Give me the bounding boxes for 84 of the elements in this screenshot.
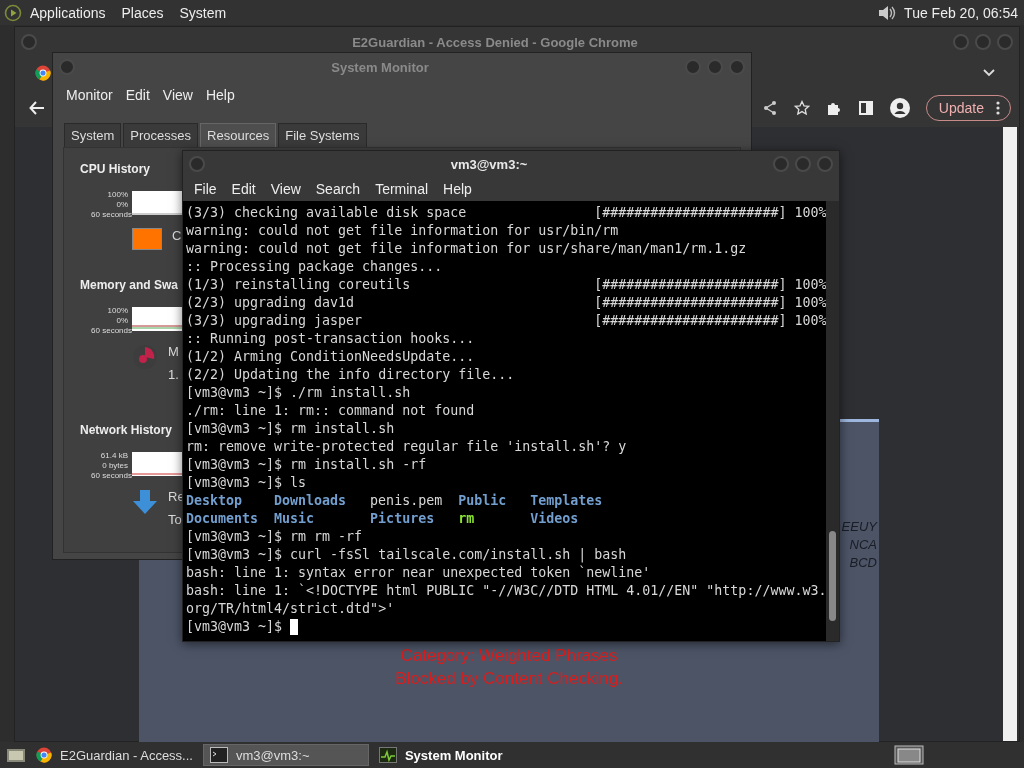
window-title: vm3@vm3:~ <box>449 156 529 172</box>
terminal-line: (2/2) Updating the info directory file... <box>186 366 516 384</box>
page-text: BCD <box>849 554 877 572</box>
terminal-line: :: Processing package changes... <box>186 258 444 276</box>
section-title: CPU History <box>80 162 150 176</box>
terminal-line: [vm3@vm3 ~]$ rm rm -rf <box>186 528 364 546</box>
axis-label: 100% <box>106 190 128 200</box>
terminal-line: (1/2) Arming ConditionNeedsUpdate... <box>186 348 476 366</box>
terminal-line: [vm3@vm3 ~]$ rm install.sh -rf <box>186 456 428 474</box>
window-title: System Monitor <box>330 59 430 75</box>
file-name: Downloads <box>274 493 347 508</box>
axis-label: 0% <box>115 200 128 210</box>
menu-item[interactable]: File <box>191 181 227 197</box>
terminal-line: (2/3) upgrading dav1d <box>186 294 356 312</box>
tab[interactable]: File Systems <box>278 123 367 147</box>
section-title: Network History <box>80 423 173 437</box>
menu-item[interactable]: Search <box>312 181 371 197</box>
tab[interactable]: Processes <box>123 123 199 147</box>
terminal-line: (3/3) upgrading jasper <box>186 312 364 330</box>
panel-menu[interactable]: Places <box>121 4 164 21</box>
panel-menu[interactable]: System <box>179 4 227 21</box>
menu-item[interactable]: Help <box>440 181 482 197</box>
legend-text: M <box>168 344 179 359</box>
progress-text: [######################] <box>594 204 787 222</box>
menu-item[interactable]: Help <box>202 87 245 103</box>
tab[interactable]: Resources <box>200 123 277 147</box>
axis-label: 0 bytes <box>101 461 128 471</box>
terminal-line: bash: line 1: `<!DOCTYPE html PUBLIC "-//W3C//DTD HTML 4.01//EN" "http://www.w3.org/TR/html4/strict.dtd">' <box>186 582 827 618</box>
taskbar-button[interactable]: E2Guardian - Access... <box>30 744 199 766</box>
menu-item[interactable]: Monitor <box>63 87 123 103</box>
axis-label: 60 seconds <box>90 326 132 336</box>
menu-item[interactable]: Edit <box>228 181 266 197</box>
progress-percent: 100% <box>793 204 827 222</box>
file-name: Templates <box>530 493 603 508</box>
terminal-line: [vm3@vm3 ~]$ curl -fsSl tailscale.com/install.sh | bash <box>186 546 628 564</box>
axis-label: 60 seconds <box>90 210 132 220</box>
progress-percent: 100% <box>793 294 827 312</box>
progress-percent: 100% <box>793 312 827 330</box>
file-name: Public <box>458 493 507 508</box>
panel-menu[interactable]: Applications <box>30 4 106 21</box>
page-text: EEUY <box>841 518 877 536</box>
terminal-line: warning: could not get file information for usr/bin/rm <box>186 222 620 240</box>
page-text: NCA <box>849 536 877 554</box>
terminal-line: (3/3) checking available disk space <box>186 204 468 222</box>
terminal-line: bash: line 1: syntax error near unexpected token `newline' <box>186 564 652 582</box>
file-name: Documents <box>186 511 259 526</box>
progress-text: [######################] <box>594 312 787 330</box>
menu-item[interactable]: Terminal <box>372 181 439 197</box>
terminal-line: [vm3@vm3 ~]$ ls <box>186 474 308 492</box>
block-message: Category: Weighted Phrases <box>400 645 618 667</box>
menu-item[interactable]: View <box>267 181 311 197</box>
menu-item[interactable]: Edit <box>122 87 160 103</box>
file-name: Pictures <box>370 511 435 526</box>
terminal-line: [vm3@vm3 ~]$ rm install.sh <box>186 420 396 438</box>
taskbar-button[interactable]: System Monitor <box>372 744 539 766</box>
menu-item[interactable]: View <box>159 87 203 103</box>
terminal-prompt: [vm3@vm3 ~]$ <box>186 618 283 636</box>
tab[interactable]: System <box>64 123 122 147</box>
terminal-line: ./rm: line 1: rm:: command not found <box>186 402 476 420</box>
axis-label: 100% <box>106 306 128 316</box>
axis-label: 0% <box>115 316 128 326</box>
progress-percent: 100% <box>793 276 827 294</box>
legend-text: C <box>172 228 182 243</box>
file-name: Desktop <box>186 493 243 508</box>
legend-text: 1. <box>168 367 179 382</box>
terminal-line: warning: could not get file information for usr/share/man/man1/rm.1.gz <box>186 240 748 258</box>
axis-label: 61.4 kB <box>99 451 128 461</box>
legend-text: To <box>168 512 183 527</box>
file-name: rm <box>458 511 475 526</box>
terminal-line: (1/3) reinstalling coreutils <box>186 276 412 294</box>
file-name: Music <box>274 511 315 526</box>
terminal-line: rm: remove write-protected regular file 'install.sh'? y <box>186 438 628 456</box>
progress-text: [######################] <box>594 276 787 294</box>
clock[interactable]: Tue Feb 20, 06:54 <box>904 4 1018 21</box>
progress-text: [######################] <box>594 294 787 312</box>
terminal-line: :: Running post-transaction hooks... <box>186 330 476 348</box>
block-message: Blocked by Content Checking. <box>395 668 623 690</box>
terminal-line: [vm3@vm3 ~]$ ./rm install.sh <box>186 384 412 402</box>
axis-label: 60 seconds <box>90 471 132 481</box>
window-title: E2Guardian - Access Denied - Google Chrome <box>351 34 639 50</box>
section-title: Memory and Swa <box>80 278 179 292</box>
taskbar-button[interactable]: vm3@vm3:~ <box>202 744 369 766</box>
file-name: penis.pem <box>370 493 443 508</box>
file-name: Videos <box>530 511 579 526</box>
